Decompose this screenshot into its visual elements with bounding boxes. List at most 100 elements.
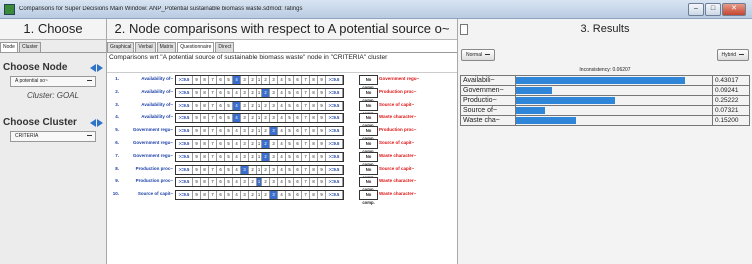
scale-cell[interactable]: >=9.5	[176, 165, 193, 174]
scale-cell[interactable]: 8	[201, 178, 209, 187]
scale-cell[interactable]: 4	[278, 191, 286, 200]
scale-cell[interactable]: 6	[217, 114, 225, 123]
scale-cell[interactable]: 9	[193, 152, 201, 161]
no-comparison-button[interactable]: No comp.	[359, 100, 378, 116]
scale-cell[interactable]: 4	[233, 152, 241, 161]
scale-cell[interactable]: 3	[270, 88, 278, 97]
scale-cell[interactable]: 8	[201, 76, 209, 84]
scale-cell[interactable]: 8	[201, 165, 209, 174]
scale-cell[interactable]: 2	[249, 101, 257, 110]
scale-cell[interactable]: 6	[294, 139, 302, 148]
scale-cell[interactable]: 7	[209, 178, 217, 187]
scale-cell[interactable]: 8	[310, 114, 318, 123]
scale-cell[interactable]: 5	[286, 114, 294, 123]
close-button[interactable]: ✕	[722, 2, 746, 16]
prev-cluster-icon[interactable]	[90, 118, 96, 127]
scale-cell[interactable]: 8	[310, 152, 318, 161]
scale-cell[interactable]: 2	[249, 88, 257, 97]
scale-cell[interactable]: 4	[278, 114, 286, 123]
scale-cell[interactable]: >=9.5	[326, 101, 343, 110]
scale-cell[interactable]: 2	[262, 165, 270, 174]
scale-cell[interactable]: 8	[201, 114, 209, 123]
tab-questionnaire[interactable]: Questionnaire	[177, 42, 215, 52]
scale-cell[interactable]: 4	[278, 165, 286, 174]
scale-cell[interactable]: 2	[249, 152, 257, 161]
scale-cell[interactable]: 5	[225, 101, 233, 110]
scale-cell[interactable]: 5	[225, 139, 233, 148]
scale-cell[interactable]: 9	[318, 152, 326, 161]
scale-cell[interactable]: 2	[249, 178, 257, 187]
scale-cell[interactable]: 9	[318, 178, 326, 187]
scale-cell[interactable]: 9	[318, 165, 326, 174]
scale-cell[interactable]: 6	[217, 139, 225, 148]
scale-cell[interactable]: >=9.5	[176, 152, 193, 161]
scale-cell[interactable]: 4	[233, 139, 241, 148]
scale-cell[interactable]: 2	[262, 114, 270, 123]
no-comparison-button[interactable]: No comp.	[359, 138, 378, 154]
scale-cell[interactable]: 3	[241, 139, 249, 148]
scale-cell[interactable]: 5	[286, 152, 294, 161]
scale-cell[interactable]: 5	[286, 101, 294, 110]
scale-cell[interactable]: 6	[294, 114, 302, 123]
scale-cell[interactable]: 6	[294, 101, 302, 110]
no-comparison-button[interactable]: No comp.	[359, 87, 378, 103]
scale-cell[interactable]: 8	[310, 178, 318, 187]
scale-cell[interactable]: 8	[310, 191, 318, 200]
scale-cell[interactable]: 7	[209, 139, 217, 148]
scale-cell[interactable]: >=9.5	[176, 139, 193, 148]
scale-cell[interactable]: 7	[302, 76, 310, 84]
scale-cell[interactable]: 3	[241, 88, 249, 97]
scale-cell[interactable]: 6	[294, 127, 302, 136]
scale-cell[interactable]: 8	[310, 127, 318, 136]
normal-mode-button[interactable]: Normal	[461, 49, 496, 61]
scale-cell[interactable]: 3	[270, 76, 278, 84]
scale-cell[interactable]: 3	[270, 114, 278, 123]
tab-graphical[interactable]: Graphical	[107, 42, 135, 52]
scale-cell[interactable]: 2	[262, 191, 270, 200]
scale-cell[interactable]: 5	[286, 178, 294, 187]
no-comparison-button[interactable]: No comp.	[359, 151, 378, 167]
scale-cell[interactable]: >=9.5	[176, 127, 193, 136]
scale-cell[interactable]: 9	[193, 165, 201, 174]
scale-cell[interactable]: 7	[209, 165, 217, 174]
minimize-button[interactable]: –	[688, 2, 704, 16]
scale-cell[interactable]: 2	[249, 191, 257, 200]
scale-cell[interactable]: 8	[310, 76, 318, 84]
scale-cell[interactable]: 8	[310, 165, 318, 174]
scale-cell[interactable]: 3	[270, 139, 278, 148]
scale-cell[interactable]: 8	[201, 88, 209, 97]
scale-cell[interactable]: 4	[278, 101, 286, 110]
scale-cell[interactable]: 5	[225, 88, 233, 97]
scale-cell[interactable]: 3	[270, 165, 278, 174]
scale-cell[interactable]: 9	[193, 127, 201, 136]
scale-cell[interactable]: 3	[270, 127, 278, 136]
scale-cell[interactable]: 9	[318, 101, 326, 110]
scale-cell[interactable]: 5	[225, 165, 233, 174]
scale-cell[interactable]: 4	[278, 76, 286, 84]
scale-cell[interactable]: 6	[294, 76, 302, 84]
scale-cell[interactable]: 5	[225, 152, 233, 161]
scale-cell[interactable]: 7	[302, 165, 310, 174]
tab-matrix[interactable]: Matrix	[156, 42, 177, 52]
scale-cell[interactable]: 7	[302, 152, 310, 161]
scale-cell[interactable]: 7	[209, 76, 217, 84]
tab-direct[interactable]: Direct	[215, 42, 235, 52]
no-comparison-button[interactable]: No comp.	[359, 177, 378, 192]
scale-cell[interactable]: 5	[286, 127, 294, 136]
scale-cell[interactable]: 2	[262, 139, 270, 148]
no-comparison-button[interactable]: No comp.	[359, 164, 378, 180]
scale-cell[interactable]: 5	[286, 139, 294, 148]
scale-cell[interactable]: 6	[217, 101, 225, 110]
scale-cell[interactable]: 7	[302, 139, 310, 148]
scale-cell[interactable]: 2	[249, 127, 257, 136]
prev-node-icon[interactable]	[90, 63, 96, 72]
scale-cell[interactable]: 2	[262, 178, 270, 187]
scale-cell[interactable]: 4	[233, 127, 241, 136]
scale-cell[interactable]: 2	[262, 76, 270, 84]
scale-cell[interactable]: 5	[286, 76, 294, 84]
scale-cell[interactable]: 4	[233, 101, 241, 110]
scale-cell[interactable]: 7	[209, 152, 217, 161]
scale-cell[interactable]: 6	[217, 152, 225, 161]
scale-cell[interactable]: 8	[201, 191, 209, 200]
scale-cell[interactable]: 9	[193, 76, 201, 84]
